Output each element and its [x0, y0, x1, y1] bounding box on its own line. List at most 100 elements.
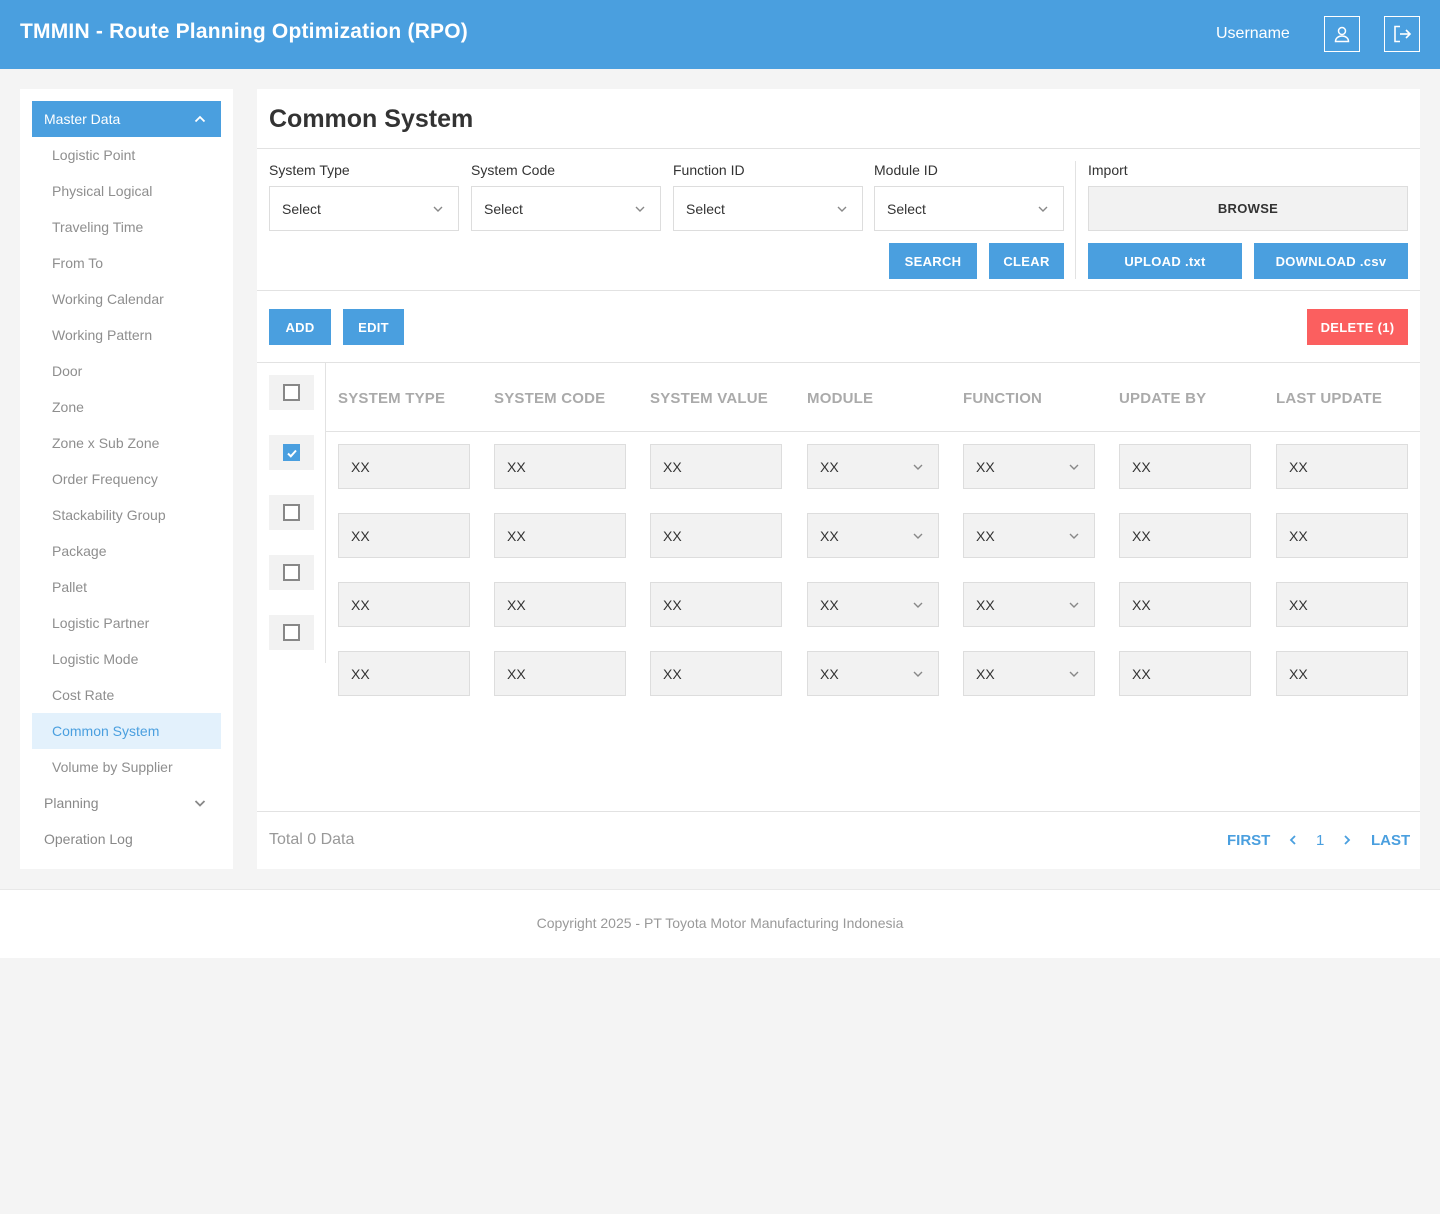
- chevron-down-icon: [1069, 464, 1079, 470]
- sidebar-item-label: Logistic Point: [52, 147, 136, 163]
- sidebar-item-working-calendar[interactable]: Working Calendar: [32, 281, 221, 317]
- chevron-up-icon: [194, 115, 206, 123]
- system-type-field[interactable]: XX: [338, 513, 470, 558]
- checkbox-box: [283, 564, 300, 581]
- last-update-field[interactable]: XX: [1276, 444, 1408, 489]
- last-page-link[interactable]: LAST: [1371, 832, 1410, 849]
- sidebar-item-logistic-partner[interactable]: Logistic Partner: [32, 605, 221, 641]
- import-label: Import: [1088, 162, 1128, 178]
- sidebar-group-master-data[interactable]: Master Data: [32, 101, 221, 137]
- sidebar-item-package[interactable]: Package: [32, 533, 221, 569]
- sidebar-item-pallet[interactable]: Pallet: [32, 569, 221, 605]
- browse-button[interactable]: BROWSE: [1088, 186, 1408, 231]
- chevron-down-icon: [1069, 602, 1079, 608]
- sidebar-item-from-to[interactable]: From To: [32, 245, 221, 281]
- module-select[interactable]: XX: [807, 444, 939, 489]
- system-type-field[interactable]: XX: [338, 582, 470, 627]
- delete-button[interactable]: DELETE (1): [1307, 309, 1408, 345]
- chevron-down-icon: [913, 602, 923, 608]
- sidebar-item-label: Physical Logical: [52, 183, 153, 199]
- row-checkbox[interactable]: [269, 435, 314, 470]
- system-type-select[interactable]: Select: [269, 186, 459, 231]
- sidebar-item-volume-by-supplier[interactable]: Volume by Supplier: [32, 749, 221, 785]
- update-by-field[interactable]: XX: [1119, 651, 1251, 696]
- function-id-label: Function ID: [673, 162, 745, 178]
- system-code-field[interactable]: XX: [494, 444, 626, 489]
- sidebar-item-working-pattern[interactable]: Working Pattern: [32, 317, 221, 353]
- cell-value: XX: [1289, 458, 1308, 475]
- sidebar-item-zone-x-sub-zone[interactable]: Zone x Sub Zone: [32, 425, 221, 461]
- module-select[interactable]: XX: [807, 651, 939, 696]
- sidebar-item-cost-rate[interactable]: Cost Rate: [32, 677, 221, 713]
- cell-value: XX: [820, 665, 839, 682]
- add-button[interactable]: ADD: [269, 309, 331, 345]
- row-checkbox[interactable]: [269, 615, 314, 650]
- chevron-right-icon[interactable]: [1341, 834, 1353, 846]
- download-csv-button[interactable]: DOWNLOAD .csv: [1254, 243, 1408, 279]
- function-select[interactable]: XX: [963, 651, 1095, 696]
- chevron-left-icon[interactable]: [1287, 834, 1299, 846]
- sidebar-item-label: Zone: [52, 399, 84, 415]
- system-code-label: System Code: [471, 162, 556, 178]
- username-label: Username: [1216, 25, 1290, 42]
- sidebar-item-logistic-point[interactable]: Logistic Point: [32, 137, 221, 173]
- edit-button[interactable]: EDIT: [343, 309, 404, 345]
- cell-value: XX: [507, 458, 526, 475]
- divider: [257, 148, 1420, 149]
- sidebar-item-common-system[interactable]: Common System: [32, 713, 221, 749]
- sidebar-group-planning[interactable]: Planning: [32, 785, 221, 821]
- function-select[interactable]: XX: [963, 582, 1095, 627]
- sidebar-item-stackability-group[interactable]: Stackability Group: [32, 497, 221, 533]
- update-by-field[interactable]: XX: [1119, 582, 1251, 627]
- page-number-link[interactable]: 1: [1316, 832, 1324, 849]
- select-value: Select: [484, 200, 523, 217]
- update-by-field[interactable]: XX: [1119, 444, 1251, 489]
- system-value-field[interactable]: XX: [650, 444, 782, 489]
- row-checkbox[interactable]: [269, 555, 314, 590]
- sidebar-item-label: Package: [52, 543, 107, 559]
- system-code-field[interactable]: XX: [494, 582, 626, 627]
- last-update-field[interactable]: XX: [1276, 513, 1408, 558]
- system-code-field[interactable]: XX: [494, 651, 626, 696]
- sidebar-item-traveling-time[interactable]: Traveling Time: [32, 209, 221, 245]
- cell-value: XX: [507, 596, 526, 613]
- sidebar-item-operation-log[interactable]: Operation Log: [32, 821, 221, 857]
- upload-txt-button[interactable]: UPLOAD .txt: [1088, 243, 1242, 279]
- sidebar-item-label: Stackability Group: [52, 507, 166, 523]
- sidebar-item-order-frequency[interactable]: Order Frequency: [32, 461, 221, 497]
- system-code-field[interactable]: XX: [494, 513, 626, 558]
- chevron-down-icon: [635, 206, 645, 212]
- logout-button[interactable]: [1384, 16, 1420, 52]
- chevron-down-icon: [1038, 206, 1048, 212]
- profile-button[interactable]: [1324, 16, 1360, 52]
- last-update-field[interactable]: XX: [1276, 651, 1408, 696]
- function-id-select[interactable]: Select: [673, 186, 863, 231]
- last-update-field[interactable]: XX: [1276, 582, 1408, 627]
- system-type-field[interactable]: XX: [338, 444, 470, 489]
- sidebar-item-door[interactable]: Door: [32, 353, 221, 389]
- sidebar-item-logistic-mode[interactable]: Logistic Mode: [32, 641, 221, 677]
- system-value-field[interactable]: XX: [650, 582, 782, 627]
- module-select[interactable]: XX: [807, 513, 939, 558]
- module-id-select[interactable]: Select: [874, 186, 1064, 231]
- search-button[interactable]: SEARCH: [889, 243, 977, 279]
- first-page-link[interactable]: FIRST: [1227, 832, 1270, 849]
- update-by-field[interactable]: XX: [1119, 513, 1251, 558]
- sidebar-item-label: Door: [52, 363, 83, 379]
- function-select[interactable]: XX: [963, 513, 1095, 558]
- select-all-checkbox[interactable]: [269, 375, 314, 410]
- cell-value: XX: [976, 596, 995, 613]
- cell-value: XX: [1289, 527, 1308, 544]
- system-code-select[interactable]: Select: [471, 186, 661, 231]
- sidebar-item-zone[interactable]: Zone: [32, 389, 221, 425]
- chevron-down-icon: [194, 800, 206, 807]
- row-checkbox[interactable]: [269, 495, 314, 530]
- system-value-field[interactable]: XX: [650, 651, 782, 696]
- cell-value: XX: [663, 458, 682, 475]
- module-select[interactable]: XX: [807, 582, 939, 627]
- system-value-field[interactable]: XX: [650, 513, 782, 558]
- clear-button[interactable]: CLEAR: [989, 243, 1064, 279]
- system-type-field[interactable]: XX: [338, 651, 470, 696]
- sidebar-item-physical-logical[interactable]: Physical Logical: [32, 173, 221, 209]
- function-select[interactable]: XX: [963, 444, 1095, 489]
